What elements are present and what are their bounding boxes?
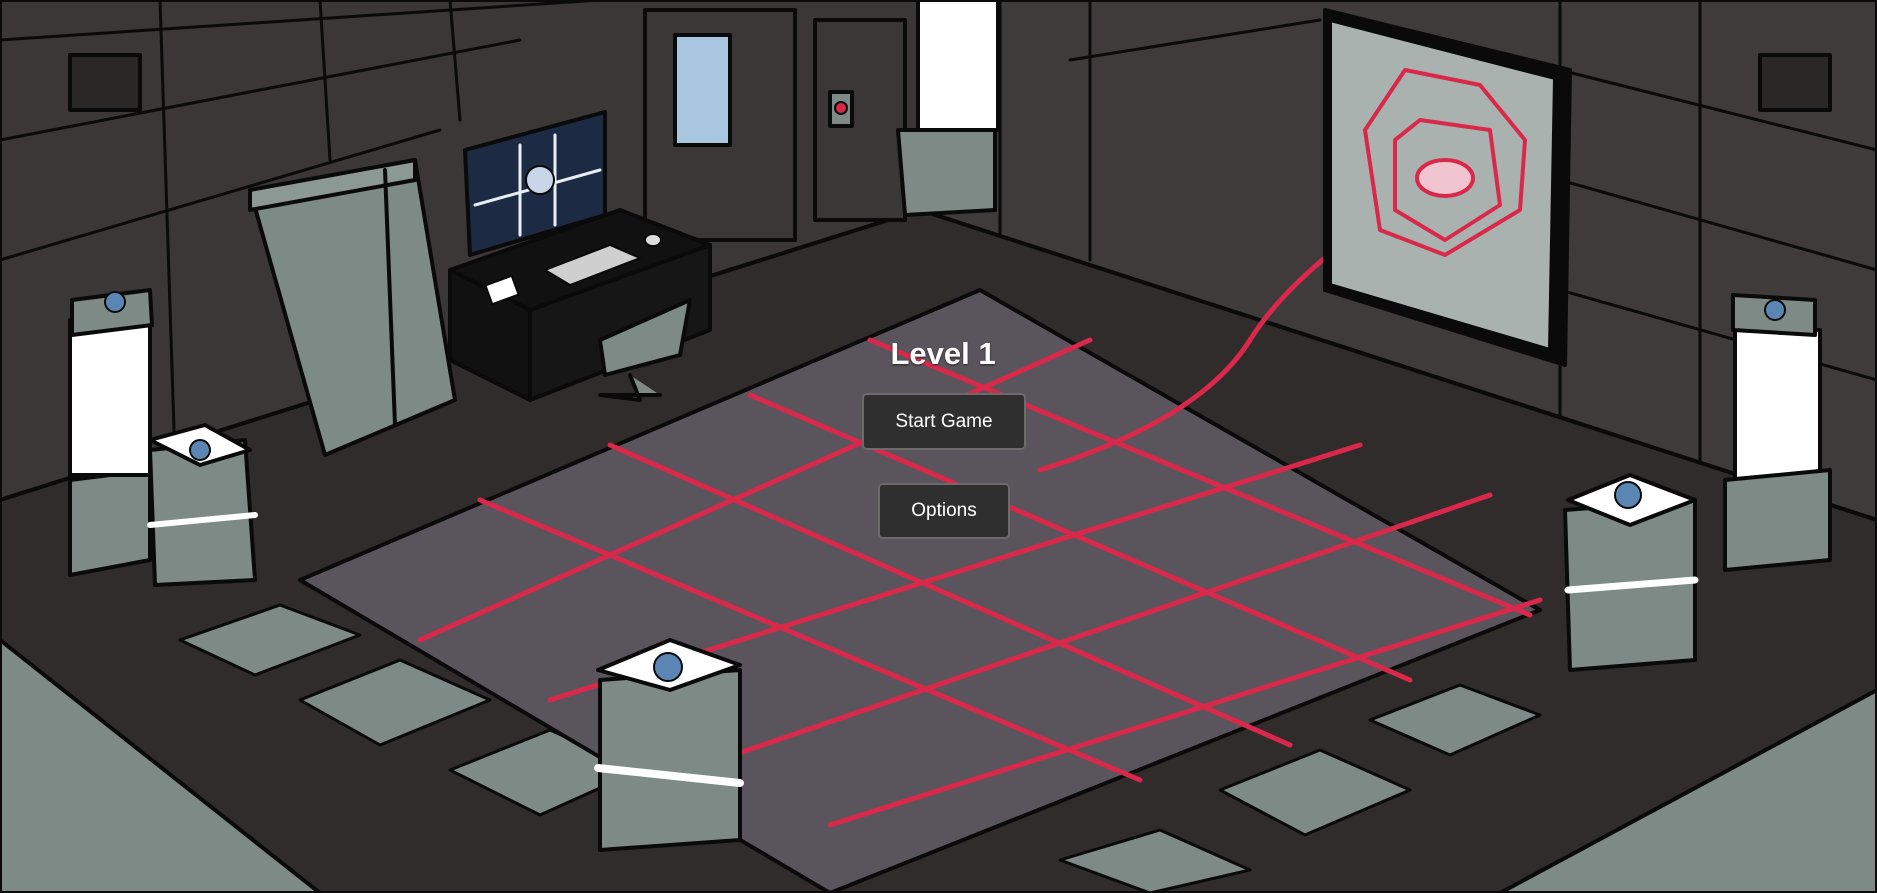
pedestal-right-cap	[1764, 299, 1786, 321]
pedestal-right	[1563, 473, 1699, 672]
spiral-emblem-icon	[1764, 299, 1786, 321]
monitor-emblem-icon	[525, 165, 555, 195]
spiral-emblem-icon	[653, 652, 683, 682]
pedestal-front	[594, 638, 744, 852]
pillar-right-base	[1723, 468, 1832, 572]
red-door-button-icon	[834, 101, 848, 115]
vent-left	[68, 53, 142, 112]
pillar-top-base	[896, 128, 997, 217]
spiral-emblem-icon	[189, 439, 211, 461]
pedestal-left	[147, 423, 258, 587]
pillar-left-base	[68, 468, 152, 577]
spiral-emblem-icon	[1614, 481, 1642, 509]
pedestal-left-cap	[104, 291, 126, 313]
door-window	[673, 33, 732, 147]
pillar-right-lights	[1733, 328, 1822, 482]
options-button[interactable]: Options	[878, 483, 1010, 539]
spiral-emblem-icon	[104, 291, 126, 313]
pillar-left-lights	[68, 318, 152, 477]
pillar-top-lights	[916, 0, 1000, 132]
vent-right	[1758, 53, 1832, 112]
start-game-button[interactable]: Start Game	[862, 393, 1026, 450]
mouse	[644, 233, 662, 247]
